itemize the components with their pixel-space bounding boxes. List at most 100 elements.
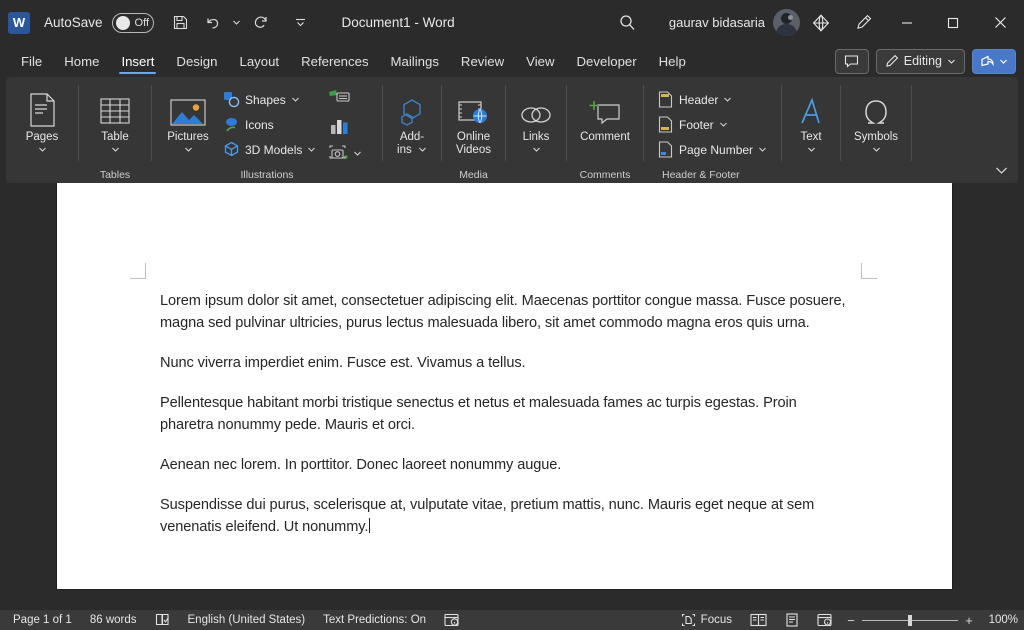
zoom-out-button[interactable]: − — [846, 613, 856, 628]
tab-help[interactable]: Help — [648, 45, 697, 77]
screenshot-icon — [329, 144, 348, 159]
shapes-chevron-down-icon — [291, 97, 299, 102]
autosave-toggle[interactable]: Off — [111, 12, 154, 33]
pages-chevron-down-icon[interactable] — [38, 144, 47, 155]
tab-file[interactable]: File — [10, 45, 53, 77]
tab-developer-label: Developer — [576, 53, 637, 69]
tab-insert[interactable]: Insert — [110, 45, 165, 77]
tab-review[interactable]: Review — [450, 45, 515, 77]
zoom-slider-thumb[interactable] — [908, 614, 912, 626]
minimize-button[interactable] — [884, 0, 930, 45]
document-page[interactable]: Lorem ipsum dolor sit amet, consectetuer… — [57, 183, 952, 589]
new-comment-icon — [589, 88, 621, 128]
tab-home[interactable]: Home — [53, 45, 110, 77]
online-videos-button[interactable]: Online Videos — [447, 82, 500, 157]
avatar[interactable] — [773, 9, 800, 36]
focus-mode-button[interactable]: Focus — [672, 610, 741, 630]
table-icon — [98, 88, 132, 128]
customize-quick-access-icon[interactable] — [286, 8, 316, 38]
save-icon[interactable] — [166, 8, 196, 38]
share-chevron-down-icon — [1000, 59, 1007, 64]
header-button[interactable]: Header — [653, 87, 776, 112]
page-number-button[interactable]: Page Number — [653, 137, 776, 162]
zoom-slider[interactable]: − + — [846, 613, 974, 628]
screenshot-button[interactable] — [325, 140, 377, 166]
pictures-chevron-down-icon[interactable] — [184, 144, 193, 155]
comment-button[interactable]: Comment — [572, 82, 638, 144]
word-application-window: W AutoSave Off Document1 - Word gaurav b… — [0, 0, 1024, 630]
title-bar: W AutoSave Off Document1 - Word gaurav b… — [0, 0, 1024, 45]
margin-marker-top-right-horizontal — [861, 278, 877, 279]
copilot-diamond-icon[interactable] — [800, 0, 842, 45]
tab-mailings[interactable]: Mailings — [380, 45, 450, 77]
proofing-errors-icon[interactable] — [146, 610, 179, 630]
close-button[interactable] — [976, 0, 1024, 45]
3d-models-button[interactable]: 3D Models — [219, 137, 325, 162]
paragraph-with-cursor[interactable]: Suspendisse dui purus, scelerisque at, v… — [160, 494, 852, 538]
search-icon[interactable] — [609, 7, 647, 39]
symbols-button[interactable]: Symbols — [846, 82, 906, 155]
online-videos-icon — [457, 88, 491, 128]
collapse-ribbon-icon[interactable] — [990, 161, 1012, 179]
addins-button[interactable]: Add- ins — [388, 82, 436, 157]
share-button[interactable] — [972, 48, 1016, 74]
zoom-in-button[interactable]: + — [964, 613, 974, 628]
header-icon — [657, 91, 674, 108]
user-account-name[interactable]: gaurav bidasaria — [669, 15, 765, 30]
maximize-button[interactable] — [930, 0, 976, 45]
document-canvas[interactable]: Lorem ipsum dolor sit amet, consectetuer… — [0, 183, 1024, 610]
footer-button[interactable]: Footer — [653, 112, 776, 137]
tab-developer[interactable]: Developer — [566, 45, 648, 77]
pen-highlighter-icon[interactable] — [842, 0, 884, 45]
symbols-group: Symbols — [841, 77, 911, 183]
paragraph[interactable]: Nunc viverra imperdiet enim. Fusce est. … — [160, 352, 852, 374]
text-button[interactable]: Text — [787, 82, 835, 155]
links-button[interactable]: Links — [511, 82, 561, 155]
icons-label: Icons — [245, 117, 274, 132]
paragraph[interactable]: Lorem ipsum dolor sit amet, consectetuer… — [160, 290, 852, 334]
print-layout-button[interactable] — [776, 610, 808, 630]
paragraph-text: Suspendisse dui purus, scelerisque at, v… — [160, 497, 815, 535]
autosave-label: AutoSave — [44, 15, 103, 30]
tab-references-label: References — [301, 53, 369, 69]
header-label: Header — [679, 92, 719, 107]
smartart-button[interactable] — [325, 86, 377, 112]
language-indicator[interactable]: English (United States) — [179, 610, 315, 630]
paragraph[interactable]: Pellentesque habitant morbi tristique se… — [160, 392, 852, 436]
table-chevron-down-icon[interactable] — [111, 144, 120, 155]
word-count[interactable]: 86 words — [81, 610, 146, 630]
accessibility-checker-icon[interactable] — [435, 610, 469, 630]
text-chevron-down-icon[interactable] — [807, 144, 816, 155]
zoom-slider-track[interactable] — [862, 614, 958, 626]
tab-view[interactable]: View — [515, 45, 565, 77]
web-layout-button[interactable] — [808, 610, 842, 630]
pictures-button[interactable]: Pictures — [157, 82, 219, 155]
table-button[interactable]: Table — [86, 82, 144, 155]
text-predictions-indicator[interactable]: Text Predictions: On — [314, 610, 435, 630]
undo-icon[interactable] — [198, 8, 228, 38]
comments-button[interactable] — [834, 48, 869, 74]
header-footer-group-label: Header & Footer — [662, 169, 740, 181]
zoom-level-label[interactable]: 100% — [982, 614, 1018, 626]
shapes-button[interactable]: Shapes — [219, 87, 325, 112]
redo-icon[interactable] — [246, 8, 276, 38]
tab-insert-label: Insert — [121, 53, 155, 69]
editing-mode-button[interactable]: Editing — [875, 48, 965, 74]
pages-button[interactable]: Pages — [13, 82, 71, 155]
links-group: Links — [506, 77, 566, 183]
document-body-text[interactable]: Lorem ipsum dolor sit amet, consectetuer… — [160, 290, 852, 538]
undo-dropdown-chevron-icon[interactable] — [230, 8, 244, 38]
paragraph[interactable]: Aenean nec lorem. In porttitor. Donec la… — [160, 454, 852, 476]
smartart-icon — [329, 90, 350, 102]
links-chevron-down-icon[interactable] — [532, 144, 541, 155]
symbols-chevron-down-icon[interactable] — [872, 144, 881, 155]
margin-marker-top-left — [145, 263, 146, 279]
tab-references[interactable]: References — [290, 45, 379, 77]
read-mode-button[interactable] — [741, 610, 776, 630]
tab-layout[interactable]: Layout — [228, 45, 290, 77]
chart-button[interactable] — [325, 113, 377, 139]
tab-design[interactable]: Design — [165, 45, 228, 77]
page-indicator[interactable]: Page 1 of 1 — [4, 610, 81, 630]
icons-button[interactable]: Icons — [219, 112, 325, 137]
links-label: Links — [522, 131, 550, 143]
